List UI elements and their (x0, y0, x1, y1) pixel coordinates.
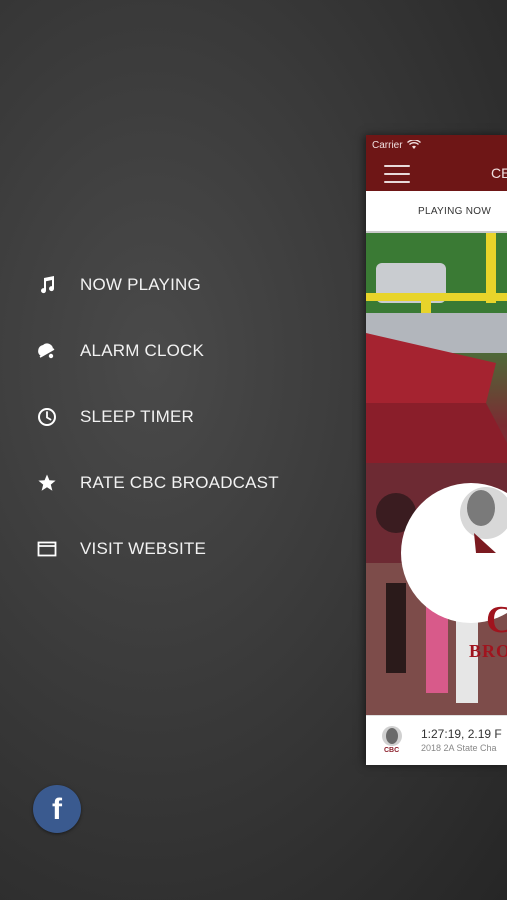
station-logo: CBC (378, 724, 406, 758)
app-bar: CE (366, 155, 507, 191)
menu-label: VISIT WEBSITE (80, 539, 207, 558)
now-playing-footer[interactable]: CBC 1:27:19, 2.19 F 2018 2A State Cha (366, 715, 507, 765)
app-title: CE (491, 165, 507, 181)
status-bar: Carrier (366, 135, 507, 155)
app-preview-panel[interactable]: Carrier CE PLAYING NOW C BRO CBC 1:27:19… (366, 135, 507, 765)
bell-icon (36, 340, 58, 362)
hero-text-c: C (486, 599, 507, 641)
menu-item-rate[interactable]: RATE CBC BROADCAST (0, 450, 330, 516)
track-time: 1:27:19, 2.19 F (421, 727, 502, 741)
menu-item-alarm-clock[interactable]: ALARM CLOCK (0, 318, 330, 384)
station-logo-text: CBC (384, 747, 400, 754)
tab-bar: PLAYING NOW (366, 191, 507, 233)
menu-item-now-playing[interactable]: NOW PLAYING (0, 252, 330, 318)
music-note-icon (36, 274, 58, 296)
wifi-icon (406, 140, 421, 149)
side-menu: NOW PLAYING ALARM CLOCK SLEEP TIMER RATE… (0, 252, 330, 582)
star-icon (36, 472, 58, 494)
hamburger-menu-icon[interactable] (384, 165, 410, 183)
menu-label: NOW PLAYING (80, 275, 201, 294)
browser-window-icon (36, 538, 58, 560)
track-subtitle: 2018 2A State Cha (421, 743, 497, 753)
clock-icon (36, 406, 58, 428)
menu-item-visit-website[interactable]: VISIT WEBSITE (0, 516, 330, 582)
menu-label: SLEEP TIMER (80, 407, 195, 426)
facebook-icon: f (52, 793, 62, 826)
hero-text-bro: BRO (469, 641, 507, 661)
menu-label: ALARM CLOCK (80, 341, 205, 360)
carrier-label: Carrier (372, 139, 403, 151)
hero-image: C BRO (366, 233, 507, 715)
tab-playing-now[interactable]: PLAYING NOW (418, 206, 491, 217)
menu-label: RATE CBC BROADCAST (80, 473, 279, 492)
facebook-button[interactable]: f (33, 785, 81, 833)
menu-item-sleep-timer[interactable]: SLEEP TIMER (0, 384, 330, 450)
